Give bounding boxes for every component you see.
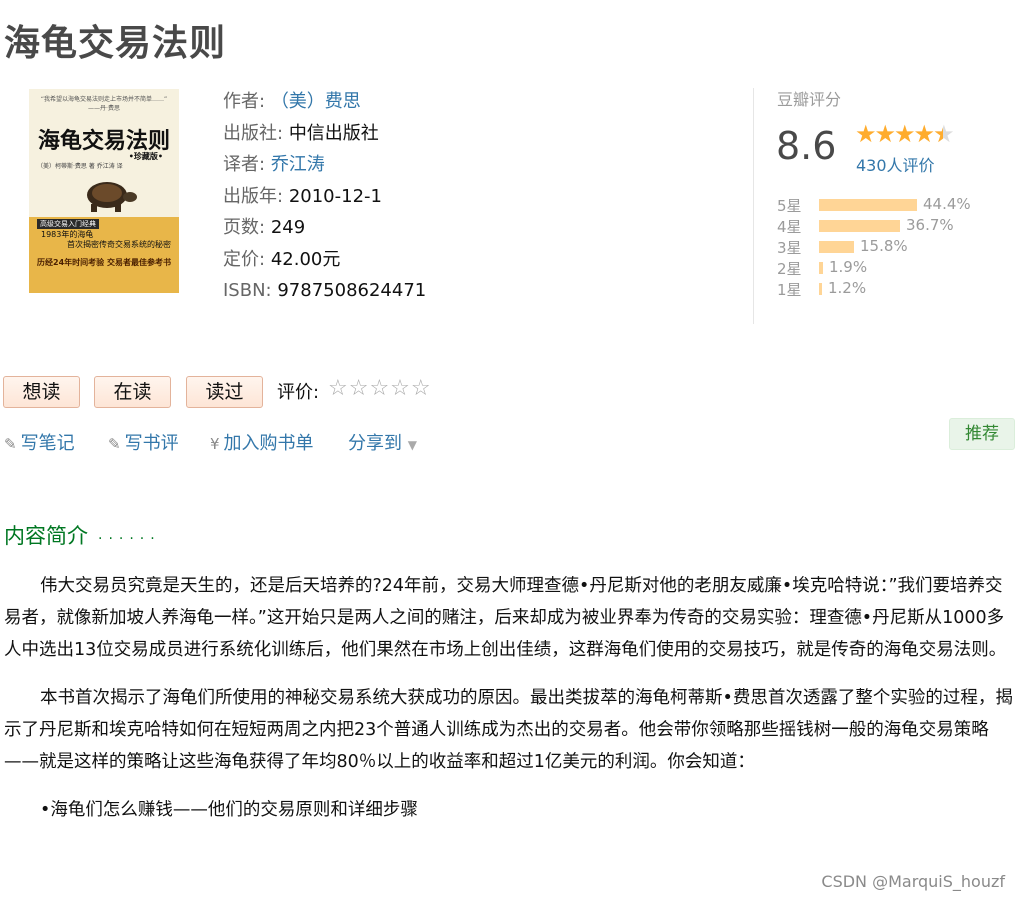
rating-bar (819, 220, 900, 232)
rating-row-label: 3星 (777, 239, 802, 257)
rate-stars-input[interactable]: ☆☆☆☆☆ (328, 376, 432, 401)
divider (753, 88, 754, 324)
want-to-read-button[interactable]: 想读 (3, 376, 80, 408)
rating-bar (819, 283, 822, 295)
rating-row-percent: 1.2% (828, 279, 867, 297)
rating-row-label: 1星 (777, 281, 802, 299)
cover-band: 高级交易入门经典 1983年的海龟 首次揭密传奇交易系统的秘密 历经24年时间考… (29, 217, 179, 293)
info-author: 作者: （美）费思 (223, 91, 361, 112)
star-icon: ★ (913, 120, 935, 148)
rating-bar (819, 262, 823, 274)
rating-score: 8.6 (776, 124, 837, 168)
rating-row-percent: 15.8% (860, 237, 908, 255)
cover-edition: •珍藏版• (128, 152, 163, 161)
info-pages: 页数: 249 (223, 217, 306, 238)
raters-link[interactable]: 430人评价 (856, 152, 935, 176)
rating-bar (819, 199, 917, 211)
half-star-icon: ★★ (933, 120, 954, 148)
share-dropdown[interactable]: 分享到 ▼ (348, 429, 417, 455)
page-title: 海龟交易法则 (4, 23, 227, 64)
rating-row-percent: 1.9% (829, 258, 868, 276)
info-translator: 译者: 乔江涛 (223, 154, 325, 175)
rate-label: 评价: (277, 382, 320, 403)
star-icon: ★ (855, 120, 876, 148)
rating-row-percent: 44.4% (923, 195, 971, 213)
author-link[interactable]: （美）费思 (271, 91, 361, 112)
recommend-button[interactable]: 推荐 (949, 418, 1015, 450)
intro-content: 伟大交易员究竟是天生的，还是后天培养的?24年前，交易大师理查德•丹尼斯对他的老… (4, 570, 1016, 842)
cover-quote: “我希望以海龟交易法则走上市场并不简单……” ——丹·费思 (40, 96, 168, 112)
turtle-illustration (87, 182, 137, 212)
intro-bullet: •海龟们怎么赚钱——他们的交易原则和详细步骤 (40, 800, 418, 820)
rating-title: 豆瓣评分 (777, 90, 842, 109)
rating-row-label: 4星 (777, 218, 802, 236)
read-button[interactable]: 读过 (186, 376, 263, 408)
translator-link[interactable]: 乔江涛 (271, 154, 325, 175)
pencil-icon: ✎ (4, 435, 17, 453)
rating-row-label: 2星 (777, 260, 802, 278)
star-icon: ★ (874, 120, 896, 148)
write-review-link[interactable]: ✎ 写书评 (108, 429, 179, 455)
reading-button[interactable]: 在读 (94, 376, 171, 408)
book-cover-image[interactable]: “我希望以海龟交易法则走上市场并不简单……” ——丹·费思 海龟交易法则 •珍藏版… (29, 89, 179, 293)
intro-heading: 内容简介 ······ (4, 524, 161, 548)
info-publisher: 出版社: 中信出版社 (223, 122, 379, 144)
rating-stars: ★★★★★★ (855, 120, 955, 148)
intro-paragraph: 伟大交易员究竟是天生的，还是后天培养的?24年前，交易大师理查德•丹尼斯对他的老… (4, 576, 1007, 660)
star-icon: ★ (894, 120, 915, 148)
info-isbn: ISBN: 9787508624471 (223, 280, 427, 301)
write-note-link[interactable]: ✎ 写笔记 (4, 429, 75, 455)
yen-icon: ¥ (210, 435, 220, 453)
book-info: 作者: （美）费思 出版社: 中信出版社 译者: 乔江涛 出版年: 2010-1… (223, 86, 426, 307)
rating-row-label: 5星 (777, 197, 802, 215)
watermark: CSDN @MarquiS_houzf (821, 872, 1005, 891)
cover-author-line: （美）柯蒂斯·费思 著 乔江涛 译 (37, 163, 123, 170)
rating-bar (819, 241, 854, 253)
chevron-down-icon: ▼ (407, 438, 417, 452)
info-year: 出版年: 2010-12-1 (223, 185, 382, 207)
add-to-booklist-link[interactable]: ¥ 加入购书单 (210, 429, 314, 455)
pencil-icon: ✎ (108, 435, 121, 453)
rating-row-percent: 36.7% (906, 216, 954, 234)
intro-paragraph: 本书首次揭示了海龟们所使用的神秘交易系统大获成功的原因。最出类拔萃的海龟柯蒂斯•… (4, 688, 1013, 772)
info-price: 定价: 42.00元 (223, 248, 341, 270)
